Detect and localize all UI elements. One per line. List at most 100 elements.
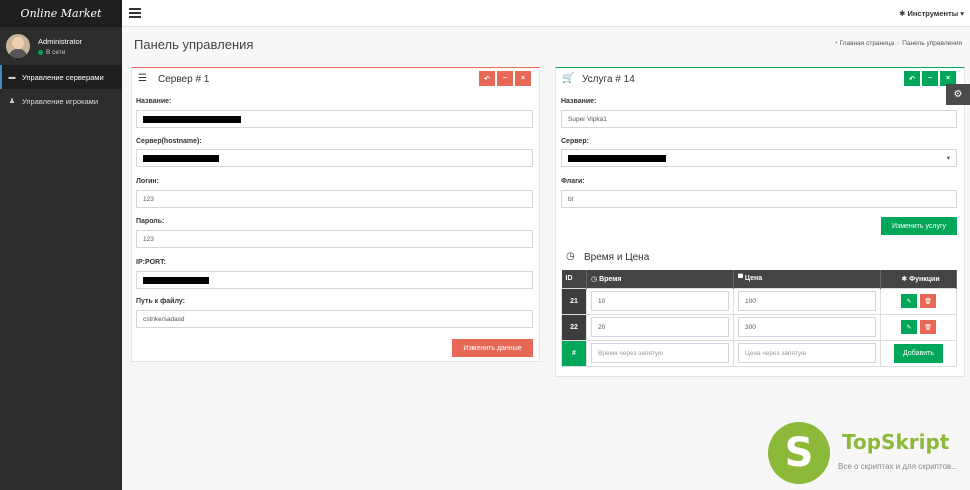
price-input[interactable]: 300 xyxy=(738,317,876,337)
redacted-value xyxy=(143,115,241,123)
avatar xyxy=(6,34,30,58)
new-price-input[interactable]: Цена через запятую xyxy=(738,343,876,363)
service-server-select[interactable]: ▾ xyxy=(561,149,957,167)
breadcrumb-home[interactable]: Главная страница xyxy=(840,40,895,47)
sidebar-item-label: Управление серверами xyxy=(22,72,104,82)
watermark-title: TopSkript xyxy=(842,430,950,454)
breadcrumb-separator: › xyxy=(897,40,900,47)
redacted-value xyxy=(568,154,666,162)
settings-gear-icon[interactable]: ⚙ xyxy=(946,84,970,105)
delete-button[interactable]: 🗑 xyxy=(920,294,936,308)
new-time-input[interactable]: Время через запятую xyxy=(591,343,729,363)
list-icon: ☰ xyxy=(138,73,147,84)
menu-toggle-icon[interactable] xyxy=(129,8,141,18)
time-price-title: Время и Цена xyxy=(584,252,650,263)
user-status: В сети xyxy=(38,49,82,56)
clock-icon: ◷ xyxy=(591,275,600,283)
time-price-table: ID ◷ Время ▀ Цена ✱ Функции 21 10 100 ✎ 🗑… xyxy=(561,270,957,367)
asterisk-icon: ✱ xyxy=(901,275,910,283)
breadcrumb: ◔ Главная страница › Панель управления xyxy=(834,40,962,47)
col-time-label: Время xyxy=(599,275,622,283)
table-row: 22 20 300 ✎ 🗑 xyxy=(561,313,957,341)
service-name-input[interactable]: Super Vipka1 xyxy=(561,110,957,128)
service-box-header: 🛒 Услуга # 14 ↶ − × xyxy=(556,68,964,90)
watermark-subtitle: Все о скриптах и для скриптов... xyxy=(838,462,958,471)
minimize-button[interactable]: − xyxy=(922,71,938,86)
col-time: ◷ Время xyxy=(586,270,734,288)
service-name-label: Название: xyxy=(561,98,597,105)
minimize-button[interactable]: − xyxy=(497,71,513,86)
edit-button[interactable]: ✎ xyxy=(901,294,917,308)
close-button[interactable]: × xyxy=(515,71,531,86)
update-service-button[interactable]: Изменить услугу xyxy=(881,217,957,235)
server-name-label: Название: xyxy=(136,98,172,105)
password-input[interactable]: 123 xyxy=(136,230,533,248)
table-row: 21 10 100 ✎ 🗑 xyxy=(561,287,957,315)
undo-button[interactable]: ↶ xyxy=(904,71,920,86)
login-input[interactable]: 123 xyxy=(136,190,533,208)
tools-dropdown[interactable]: ✱ Инструменты ▾ xyxy=(899,9,964,18)
caret-down-icon: ▾ xyxy=(958,9,964,18)
flags-label: Флаги: xyxy=(561,178,585,185)
time-cell: 10 xyxy=(586,287,734,315)
service-box-title: Услуга # 14 xyxy=(582,74,635,85)
redacted-value xyxy=(143,276,209,284)
tools-label: Инструменты xyxy=(907,9,959,18)
sidebar-item-players[interactable]: ♟ Управление игроками xyxy=(0,89,122,113)
price-cell: 300 xyxy=(733,313,881,341)
flags-input[interactable]: bt xyxy=(561,190,957,208)
sidebar-item-label: Управление игроками xyxy=(22,96,99,106)
row-id: 21 xyxy=(561,287,587,315)
clock-icon: ◷ xyxy=(566,251,575,262)
path-input[interactable]: cstrike/sadasd xyxy=(136,310,533,328)
table-header-row: ID ◷ Время ▀ Цена ✱ Функции xyxy=(561,270,957,288)
time-input[interactable]: 10 xyxy=(591,291,729,311)
path-label: Путь к файлу: xyxy=(136,298,185,305)
price-cell: 100 xyxy=(733,287,881,315)
online-status-icon xyxy=(38,49,43,55)
user-name: Administrator xyxy=(38,36,83,46)
functions-cell: ✎ 🗑 xyxy=(880,313,957,341)
undo-button[interactable]: ↶ xyxy=(479,71,495,86)
time-input[interactable]: 20 xyxy=(591,317,729,337)
server-box-title: Сервер # 1 xyxy=(158,74,210,85)
update-server-button[interactable]: Изменить данные xyxy=(452,339,533,357)
hostname-label: Сервер(hostname): xyxy=(136,138,202,145)
user-panel: Administrator В сети xyxy=(0,27,122,65)
cart-icon: 🛒 xyxy=(562,73,575,84)
col-functions-label: Функции xyxy=(909,275,940,283)
new-row-id: # xyxy=(561,339,587,367)
select-caret-icon: ▾ xyxy=(946,155,950,162)
time-cell: Время через запятую xyxy=(586,339,734,367)
ipport-input[interactable] xyxy=(136,271,533,289)
ipport-label: IP:PORT: xyxy=(136,259,166,266)
server-box-tools: ↶ − × xyxy=(479,71,531,86)
redacted-value xyxy=(143,154,219,162)
login-label: Логин: xyxy=(136,178,159,185)
edit-button[interactable]: ✎ xyxy=(901,320,917,334)
page-title: Панель управления xyxy=(134,37,254,52)
row-id: 22 xyxy=(561,313,587,341)
col-price-label: Цена xyxy=(744,275,763,283)
hostname-input[interactable] xyxy=(136,149,533,167)
col-id: ID xyxy=(561,270,587,288)
app-logo[interactable]: Online Market xyxy=(0,0,122,27)
server-name-input[interactable] xyxy=(136,110,533,128)
server-box-header: ☰ Сервер # 1 ↶ − × xyxy=(132,68,539,90)
watermark-logo: S xyxy=(768,422,830,484)
user-status-text: В сети xyxy=(46,48,66,56)
price-input[interactable]: 100 xyxy=(738,291,876,311)
watermark-letter: S xyxy=(784,430,814,476)
delete-button[interactable]: 🗑 xyxy=(920,320,936,334)
functions-cell: Добавить xyxy=(880,339,957,367)
new-row: # Время через запятую Цена через запятую… xyxy=(561,339,957,367)
password-label: Пароль: xyxy=(136,218,165,225)
service-server-label: Сервер: xyxy=(561,138,589,145)
sidebar-item-servers[interactable]: ▬ Управление серверами xyxy=(0,65,122,89)
sidebar: Online Market Administrator В сети ▬ Упр… xyxy=(0,0,122,490)
time-cell: 20 xyxy=(586,313,734,341)
breadcrumb-current: Панель управления xyxy=(902,40,962,47)
add-button[interactable]: Добавить xyxy=(894,343,943,363)
cart-icon: ▀ xyxy=(738,275,745,283)
price-cell: Цена через запятую xyxy=(733,339,881,367)
